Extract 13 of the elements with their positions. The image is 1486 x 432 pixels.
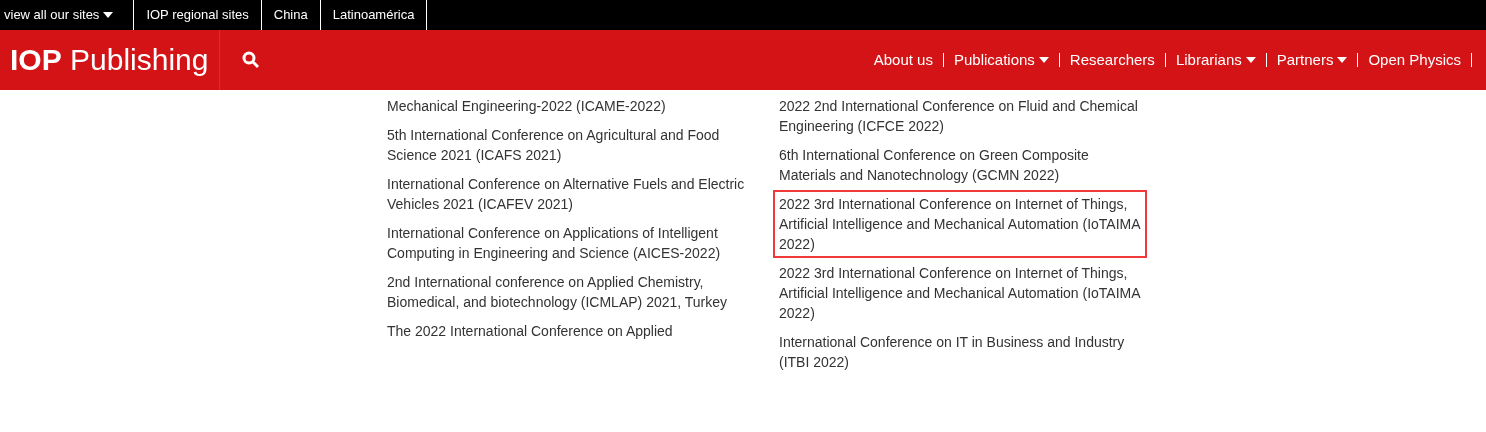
- nav-link[interactable]: About us: [863, 48, 943, 72]
- conference-link[interactable]: 2022 3rd International Conference on Internet of Things, Artificial Intelligence and Mechanical Automation (IoTAIMA 2022): [773, 190, 1147, 258]
- caret-icon: [1337, 57, 1348, 63]
- logo[interactable]: IOP Publishing: [10, 45, 209, 75]
- nav-link[interactable]: Researchers: [1059, 48, 1165, 72]
- nav-link[interactable]: Open Physics: [1358, 48, 1471, 72]
- caret-icon: [1245, 57, 1256, 63]
- nav-link[interactable]: Publications: [943, 48, 1059, 72]
- search-icon[interactable]: [242, 51, 260, 69]
- caret-icon: [103, 12, 114, 18]
- caret-icon: [1038, 57, 1049, 63]
- nav-link[interactable]: Librarians: [1165, 48, 1266, 72]
- nav-link[interactable]: Partners: [1266, 48, 1358, 72]
